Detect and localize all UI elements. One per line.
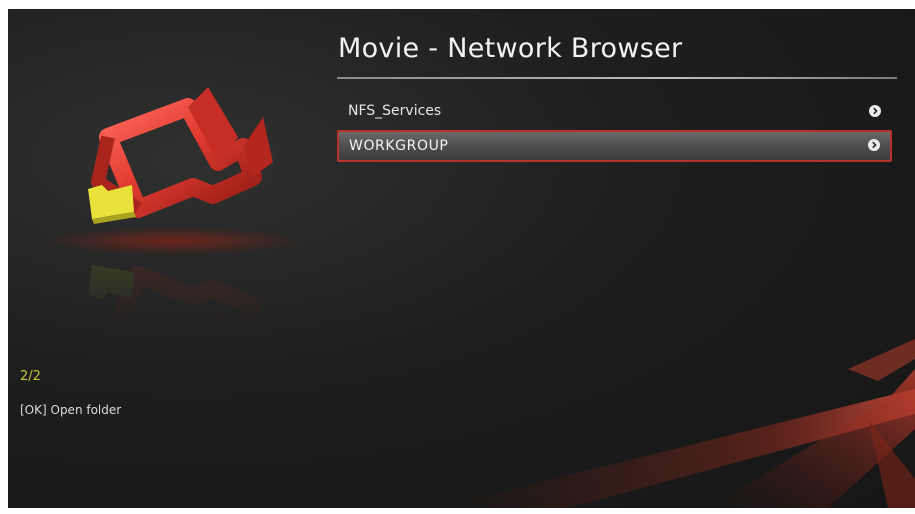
list-item-workgroup[interactable]: WORKGROUP	[337, 130, 892, 162]
list-item-label: NFS_Services	[348, 103, 442, 119]
chevron-right-circle-icon	[869, 105, 881, 117]
list-item-nfs-services[interactable]: NFS_Services	[337, 95, 892, 127]
key-hint: [OK] Open folder	[20, 403, 122, 417]
item-position-counter: 2/2	[20, 369, 41, 384]
list-item-label: WORKGROUP	[349, 138, 449, 154]
network-browser-list: NFS_Services WORKGROUP	[337, 95, 892, 165]
movie-camera-folder-icon	[88, 87, 273, 327]
chevron-right-circle-icon	[868, 139, 880, 151]
page-title: Movie - Network Browser	[338, 33, 683, 64]
title-divider	[337, 77, 897, 79]
tv-screen: Movie - Network Browser NFS_Services WOR…	[8, 9, 915, 508]
